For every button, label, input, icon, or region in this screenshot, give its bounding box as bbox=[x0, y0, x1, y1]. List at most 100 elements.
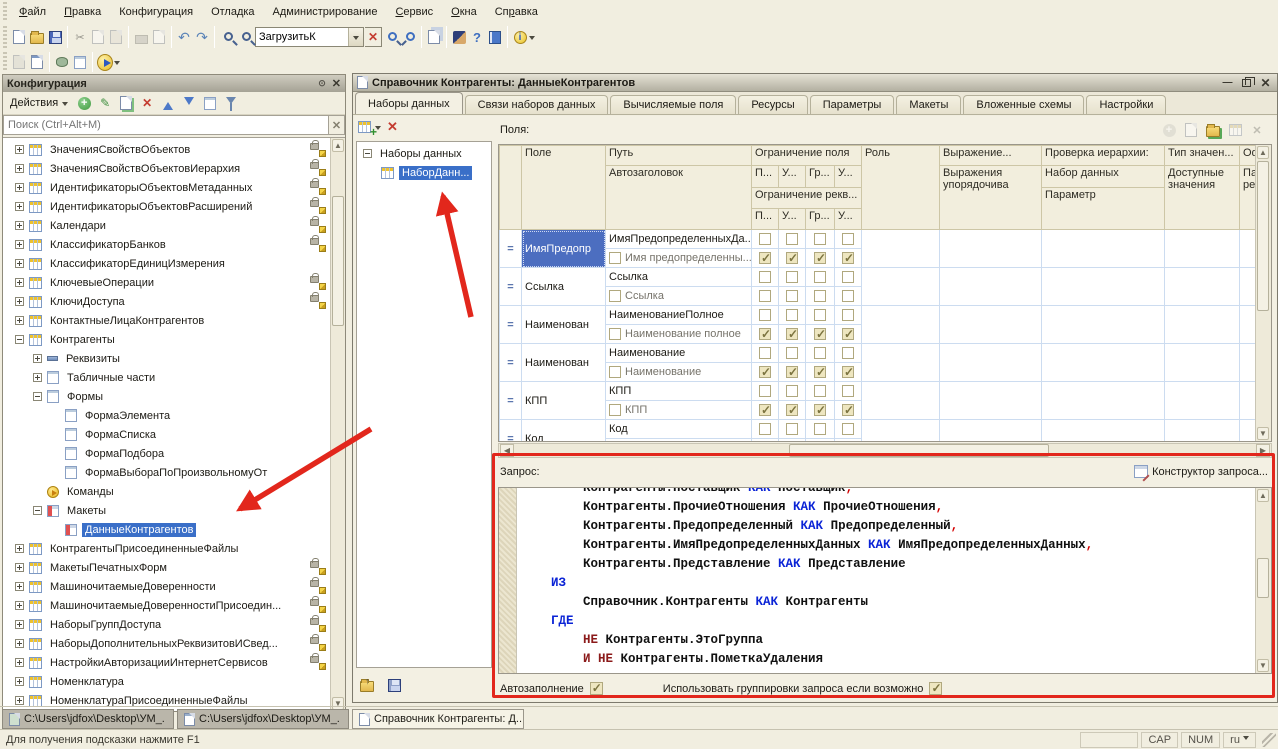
column-autotitle[interactable]: Автозаголовок bbox=[606, 166, 752, 230]
empty-cell[interactable] bbox=[1240, 306, 1256, 344]
flag-checkbox[interactable] bbox=[786, 404, 798, 416]
column-restriction-attr[interactable]: Ограничение рекв... bbox=[752, 188, 862, 209]
expand-icon[interactable] bbox=[15, 601, 24, 610]
empty-cell[interactable] bbox=[1165, 306, 1240, 344]
windows-list-button[interactable] bbox=[425, 28, 443, 46]
autotitle-checkbox[interactable] bbox=[609, 328, 621, 340]
autofill-checkbox[interactable] bbox=[590, 682, 603, 695]
tree-item[interactable]: ИдентификаторыОбъектовМетаданных bbox=[3, 178, 330, 197]
load-query-button[interactable] bbox=[358, 676, 376, 694]
scrollbar-thumb[interactable] bbox=[1257, 558, 1269, 598]
expand-icon[interactable] bbox=[15, 544, 24, 553]
flag-checkbox[interactable] bbox=[842, 366, 854, 378]
menu-item[interactable]: Окна bbox=[442, 2, 486, 22]
tab-Ресурсы[interactable]: Ресурсы bbox=[738, 95, 807, 114]
scroll-right-icon[interactable]: ▶ bbox=[1256, 444, 1270, 457]
empty-cell[interactable] bbox=[1240, 382, 1256, 420]
autotitle-checkbox[interactable] bbox=[609, 290, 621, 302]
about-button[interactable]: i bbox=[511, 28, 529, 46]
empty-cell[interactable] bbox=[940, 230, 1042, 268]
add-table-field-button[interactable] bbox=[1226, 121, 1244, 139]
open-form-button[interactable] bbox=[71, 53, 89, 71]
empty-cell[interactable] bbox=[940, 420, 1042, 443]
add-folder-button[interactable] bbox=[1204, 121, 1222, 139]
add-field-button[interactable]: + bbox=[1160, 121, 1178, 139]
column-path[interactable]: Путь bbox=[606, 146, 752, 166]
flag-checkbox[interactable] bbox=[759, 404, 771, 416]
empty-cell[interactable] bbox=[1240, 344, 1256, 382]
table-row[interactable]: =НаименованНаименованиеПолное bbox=[500, 306, 1256, 325]
flag-checkbox[interactable] bbox=[842, 404, 854, 416]
restore-button[interactable] bbox=[1239, 76, 1254, 89]
column-flag[interactable]: Гр... bbox=[806, 209, 835, 230]
copy-button[interactable] bbox=[89, 28, 107, 46]
tree-item[interactable]: НастройкиАвторизацииИнтернетСервисов bbox=[3, 653, 330, 672]
column-field[interactable]: Поле bbox=[522, 146, 606, 230]
column-hierarchy-param[interactable]: Параметр bbox=[1042, 188, 1165, 230]
new-document-button[interactable] bbox=[10, 28, 28, 46]
menu-item[interactable]: Файл bbox=[10, 2, 55, 22]
tree-item[interactable]: ЗначенияСвойствОбъектов bbox=[3, 140, 330, 159]
flag-checkbox[interactable] bbox=[814, 366, 826, 378]
flag-checkbox[interactable] bbox=[759, 366, 771, 378]
empty-cell[interactable] bbox=[1165, 344, 1240, 382]
window-tree-button[interactable] bbox=[10, 53, 28, 71]
empty-cell[interactable] bbox=[862, 306, 940, 344]
empty-cell[interactable] bbox=[862, 230, 940, 268]
flag-checkbox[interactable] bbox=[814, 233, 826, 245]
grouping-checkbox[interactable] bbox=[929, 682, 942, 695]
field-name-cell[interactable]: КПП bbox=[522, 382, 606, 420]
close-window-button[interactable]: ✕ bbox=[1258, 76, 1273, 89]
tree-item[interactable]: ИдентификаторыОбъектовРасширений bbox=[3, 197, 330, 216]
field-path-cell[interactable]: Ссылка bbox=[606, 268, 752, 287]
autotitle-checkbox[interactable] bbox=[609, 252, 621, 264]
flag-checkbox[interactable] bbox=[786, 328, 798, 340]
flag-checkbox[interactable] bbox=[814, 423, 826, 435]
empty-cell[interactable] bbox=[940, 306, 1042, 344]
tree-item[interactable]: КлючевыеОперации bbox=[3, 273, 330, 292]
tree-item[interactable]: ДанныеКонтрагентов bbox=[3, 520, 330, 539]
field-path-cell[interactable]: Код bbox=[606, 420, 752, 439]
query-constructor-link[interactable]: Конструктор запроса... bbox=[1134, 465, 1268, 478]
flag-checkbox[interactable] bbox=[759, 252, 771, 264]
empty-cell[interactable] bbox=[862, 420, 940, 443]
flag-checkbox[interactable] bbox=[842, 309, 854, 321]
language-selector[interactable]: ru bbox=[1223, 732, 1256, 748]
column-last-sub[interactable]: Па ре bbox=[1240, 166, 1256, 230]
empty-cell[interactable] bbox=[1042, 230, 1165, 268]
cut-button[interactable]: ✂ bbox=[71, 28, 89, 46]
expand-icon[interactable] bbox=[15, 620, 24, 629]
empty-cell[interactable] bbox=[1240, 230, 1256, 268]
flag-checkbox[interactable] bbox=[759, 271, 771, 283]
flag-checkbox[interactable] bbox=[842, 290, 854, 302]
menu-item[interactable]: Правка bbox=[55, 2, 110, 22]
flag-checkbox[interactable] bbox=[842, 328, 854, 340]
tree-item[interactable]: Формы bbox=[3, 387, 330, 406]
edit-button[interactable]: ✎ bbox=[96, 94, 114, 112]
menu-item[interactable]: Администрирование bbox=[264, 2, 387, 22]
scrollbar-thumb[interactable] bbox=[1257, 161, 1269, 311]
flag-checkbox[interactable] bbox=[842, 233, 854, 245]
field-path-cell[interactable]: Наименование bbox=[606, 344, 752, 363]
expand-icon[interactable] bbox=[15, 164, 24, 173]
add-button[interactable]: + bbox=[75, 94, 93, 112]
expand-icon[interactable] bbox=[15, 221, 24, 230]
field-path-cell[interactable]: НаименованиеПолное bbox=[606, 306, 752, 325]
add-field-copy-button[interactable] bbox=[1182, 121, 1200, 139]
flag-checkbox[interactable] bbox=[842, 252, 854, 264]
column-flag[interactable]: П... bbox=[752, 209, 779, 230]
fields-horizontal-scrollbar[interactable]: ◀ ▶ bbox=[498, 443, 1272, 458]
tree-item[interactable]: КонтрагентыПрисоединенныеФайлы bbox=[3, 539, 330, 558]
collapse-icon[interactable] bbox=[33, 392, 42, 401]
dataset-root[interactable]: Наборы данных bbox=[357, 144, 491, 163]
expand-icon[interactable] bbox=[15, 563, 24, 572]
flag-checkbox[interactable] bbox=[786, 385, 798, 397]
menu-item[interactable]: Сервис bbox=[386, 2, 442, 22]
expand-icon[interactable] bbox=[15, 202, 24, 211]
delete-field-button[interactable]: ✕ bbox=[1248, 121, 1266, 139]
field-name-cell[interactable]: ИмяПредопр bbox=[522, 230, 606, 268]
flag-checkbox[interactable] bbox=[814, 328, 826, 340]
column-hierarchy-dataset[interactable]: Набор данных bbox=[1042, 166, 1165, 188]
tree-item[interactable]: Макеты bbox=[3, 501, 330, 520]
search-dropdown-button[interactable] bbox=[348, 28, 363, 46]
